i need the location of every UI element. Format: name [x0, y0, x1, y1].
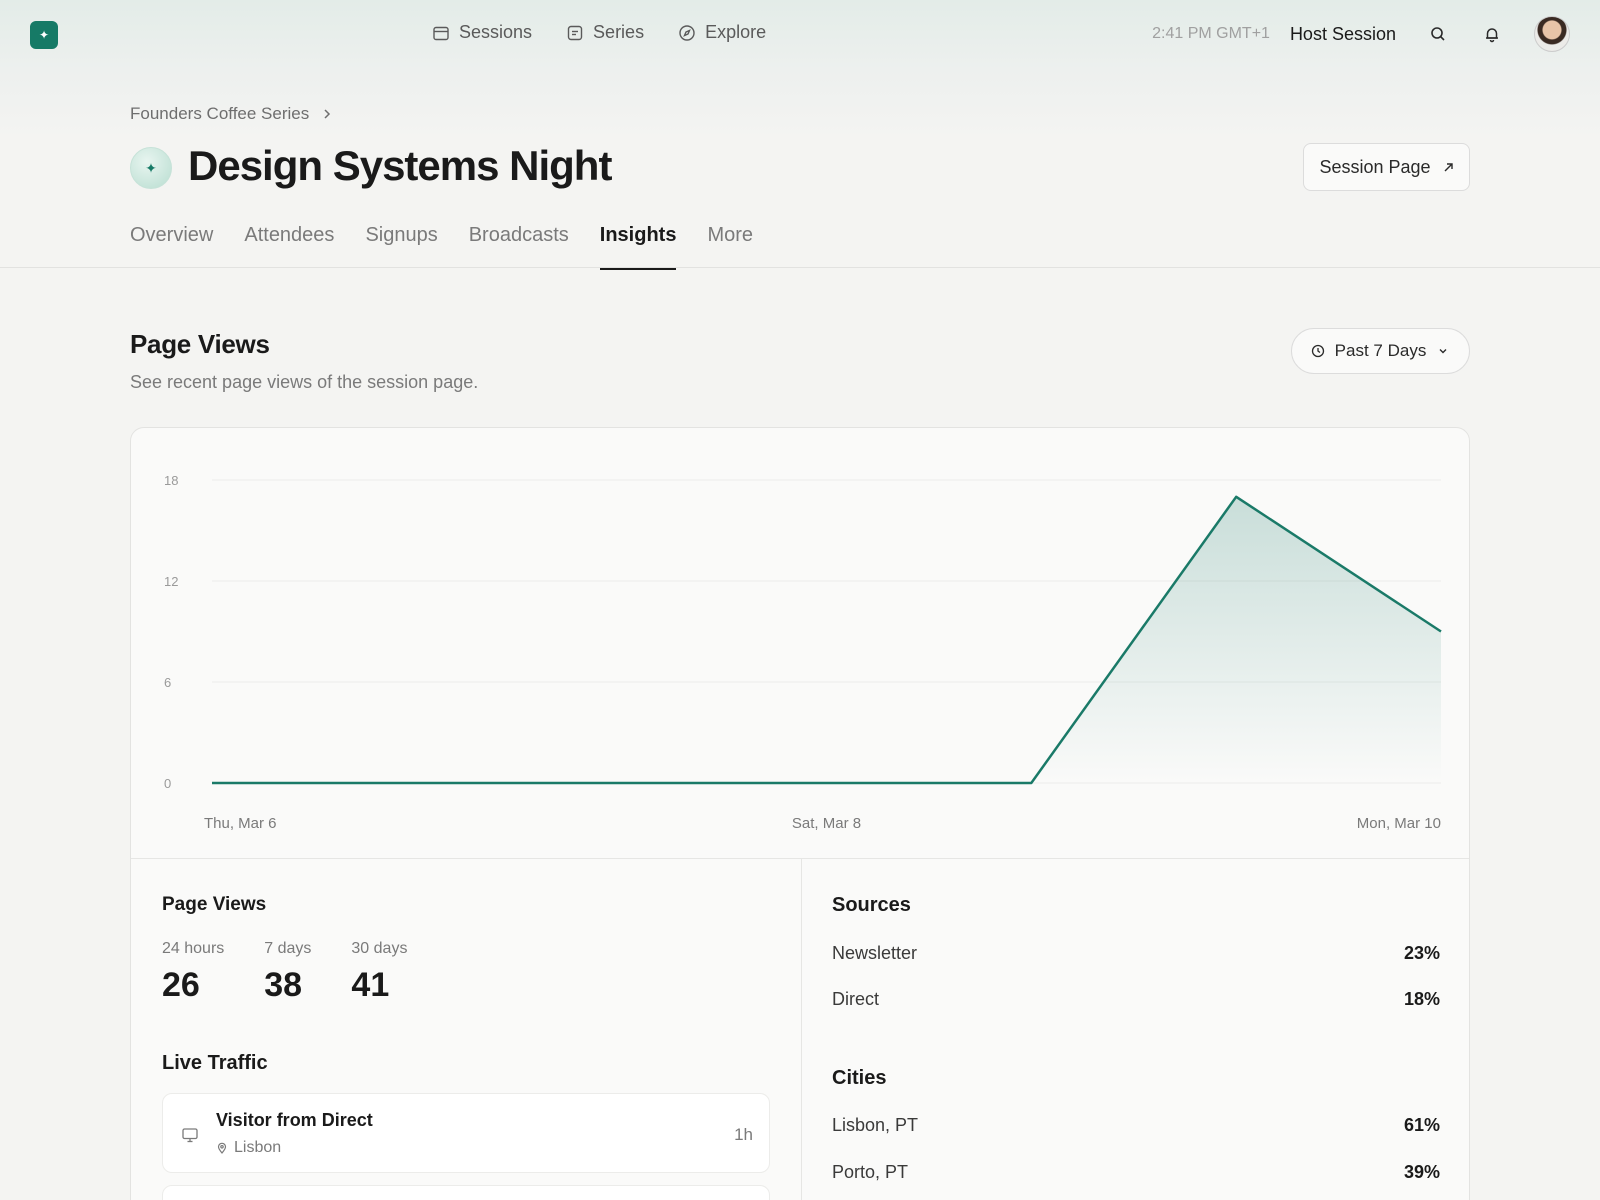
- stat-24h: 24 hours 26: [162, 940, 224, 1005]
- stat-label: 30 days: [351, 940, 408, 957]
- stat-value: 26: [162, 966, 200, 1004]
- column-divider: [801, 858, 802, 1200]
- stat-value: 38: [264, 966, 303, 1004]
- stat-label: 7 days: [264, 940, 312, 957]
- x-tick-label: Sat, Mar 8: [792, 815, 861, 832]
- external-arrow-icon: [1444, 162, 1453, 171]
- tab-insights[interactable]: Insights: [599, 224, 676, 270]
- visitor-location: Lisbon: [216, 1139, 281, 1157]
- location-pin-icon: [217, 1142, 227, 1154]
- city-percent: 61%: [1403, 1115, 1440, 1135]
- series-icon: [567, 25, 583, 40]
- x-tick-label: Mon, Mar 10: [1357, 815, 1441, 832]
- tab-overview[interactable]: Overview: [130, 224, 213, 268]
- calendar-icon: [433, 26, 449, 40]
- nav-sessions-label: Sessions: [459, 22, 533, 42]
- top-right-actions: 2:41 PM GMT+1 Host Session: [1152, 16, 1570, 52]
- city-row: Porto, PT 39%: [832, 1162, 1440, 1183]
- app-logo[interactable]: ✦: [30, 21, 58, 49]
- cities-section: Cities Lisbon, PT 61% Porto, PT 39%: [832, 1067, 1440, 1183]
- source-row: Direct 18%: [832, 989, 1440, 1010]
- live-traffic-title: Live Traffic: [162, 1052, 268, 1074]
- sparkle-icon: ✦: [130, 147, 172, 189]
- tab-signups[interactable]: Signups: [365, 224, 437, 268]
- page-title: Design Systems Night: [188, 142, 612, 189]
- city-percent: 39%: [1403, 1162, 1440, 1182]
- sources-title: Sources: [832, 894, 911, 916]
- section-title: Page Views: [130, 329, 270, 359]
- clock-icon: [1311, 344, 1324, 358]
- stat-7d: 7 days 38: [264, 940, 311, 1005]
- y-tick-label: 18: [164, 473, 178, 488]
- search-button[interactable]: [1426, 22, 1450, 46]
- nav-sessions[interactable]: Sessions: [432, 22, 532, 43]
- insights-card: 0 6 12 18 Thu, Mar 6 Sat, Mar 8 Mon, Mar 10 P…: [130, 427, 1470, 1200]
- breadcrumb-series-link[interactable]: Founders Coffee Series: [130, 104, 309, 124]
- city-label: Lisbon, PT: [832, 1115, 919, 1135]
- city-row: Lisbon, PT 61%: [832, 1115, 1440, 1136]
- tab-attendees[interactable]: Attendees: [244, 224, 334, 268]
- nav-series-label: Series: [593, 22, 645, 42]
- monitor-icon: [182, 1128, 198, 1143]
- bell-icon: [1486, 28, 1498, 43]
- user-avatar[interactable]: [1534, 16, 1570, 52]
- visitor-city: Lisbon: [234, 1139, 282, 1156]
- y-tick-label: 0: [164, 776, 171, 791]
- y-tick-label: 6: [164, 675, 171, 690]
- source-percent: 23%: [1403, 943, 1440, 963]
- card-divider: [131, 858, 1469, 859]
- date-range-dropdown[interactable]: Past 7 Days: [1291, 328, 1470, 374]
- city-label: Porto, PT: [832, 1162, 909, 1182]
- section-subtitle: See recent page views of the session pag…: [130, 372, 479, 392]
- tab-more[interactable]: More: [707, 224, 753, 268]
- tab-broadcasts[interactable]: Broadcasts: [469, 224, 569, 268]
- nav-explore-label: Explore: [705, 22, 767, 42]
- visitor-item[interactable]: Visitor from Direct Lisbon 1h: [162, 1093, 770, 1173]
- tabs-divider: [0, 267, 1600, 268]
- source-percent: 18%: [1403, 989, 1440, 1009]
- stat-30d: 30 days 41: [351, 940, 407, 1005]
- y-tick-label: 12: [164, 574, 178, 589]
- breadcrumb[interactable]: Founders Coffee Series: [130, 104, 333, 124]
- chevron-right-icon: [324, 109, 331, 119]
- cities-title: Cities: [832, 1067, 887, 1089]
- chart-area-fill: [212, 496, 1441, 783]
- session-page-label: Session Page: [1319, 156, 1431, 177]
- stats-title: Page Views: [162, 894, 267, 915]
- compass-icon: [679, 24, 695, 41]
- chevron-down-icon: [1439, 349, 1447, 354]
- main-nav: Sessions Series Explore: [432, 22, 766, 43]
- date-range-label: Past 7 Days: [1334, 341, 1427, 360]
- sources-section: Sources Newsletter 23% Direct 18%: [832, 894, 1440, 1010]
- stats-row: 24 hours 26 7 days 38 30 days 41: [162, 940, 407, 1005]
- stat-value: 41: [351, 966, 390, 1004]
- host-session-button[interactable]: Host Session: [1290, 24, 1396, 45]
- nav-series[interactable]: Series: [566, 22, 644, 43]
- tab-bar: Overview Attendees Signups Broadcasts In…: [130, 224, 753, 270]
- top-bar: ✦ Sessions Series Explore 2:41 PM GMT+1 …: [0, 0, 1600, 70]
- source-row: Newsletter 23%: [832, 943, 1440, 964]
- visitor-time: 1h: [734, 1125, 753, 1144]
- nav-explore[interactable]: Explore: [678, 22, 766, 43]
- page-views-chart: 0 6 12 18 Thu, Mar 6 Sat, Mar 8 Mon, Mar 10: [164, 473, 1442, 832]
- clock-text: 2:41 PM GMT+1: [1152, 25, 1270, 42]
- source-label: Newsletter: [832, 943, 918, 963]
- visitor-item-partial[interactable]: [162, 1185, 770, 1200]
- visitor-name: Visitor from Direct: [216, 1110, 373, 1130]
- x-tick-label: Thu, Mar 6: [204, 815, 277, 832]
- stat-label: 24 hours: [162, 940, 225, 957]
- search-icon: [1431, 27, 1445, 41]
- session-page-button[interactable]: Session Page: [1303, 143, 1470, 191]
- source-label: Direct: [832, 989, 880, 1009]
- notifications-button[interactable]: [1480, 22, 1504, 46]
